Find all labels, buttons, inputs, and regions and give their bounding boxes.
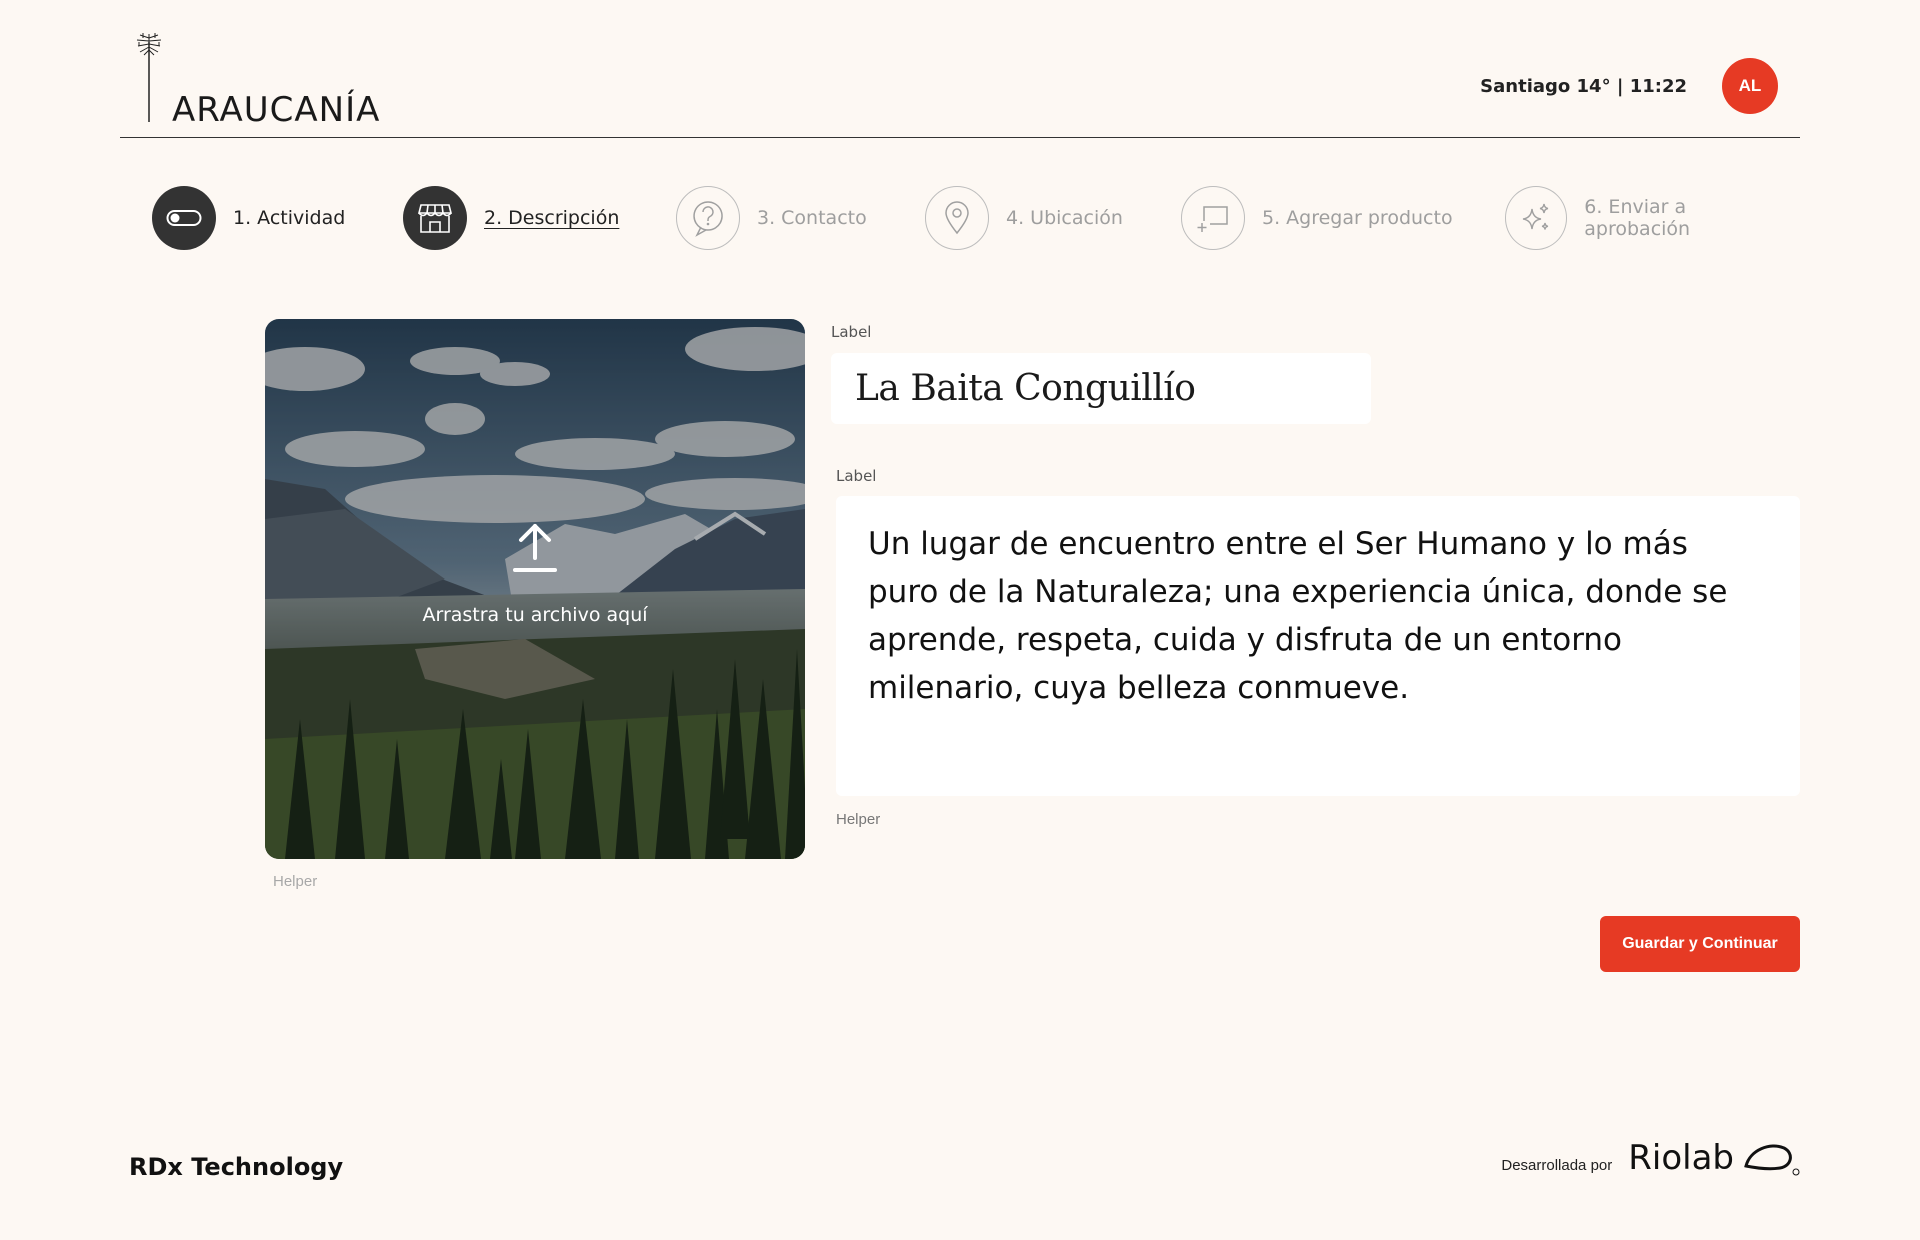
upload-icon [513, 524, 557, 572]
image-helper-text: Helper [273, 873, 318, 890]
description-text: Un lugar de encuentro entre el Ser Human… [868, 526, 1728, 706]
toggle-icon [166, 210, 202, 226]
step-contacto[interactable]: 3. Contacto [676, 186, 867, 250]
step-circle [1505, 186, 1568, 250]
location-pin-icon [945, 201, 969, 235]
question-icon [693, 201, 723, 237]
save-continue-button[interactable]: Guardar y Continuar [1600, 916, 1800, 972]
step-label: 6. Enviar a aprobación [1584, 196, 1691, 240]
araucania-logo[interactable]: ARAUCANÍA [134, 30, 379, 130]
avatar[interactable]: AL [1722, 58, 1778, 114]
title-field-label: Label [831, 323, 872, 341]
step-label: 3. Contacto [757, 207, 867, 229]
step-circle [1181, 186, 1245, 250]
header: ARAUCANÍA Santiago 14° | 11:22 AL [120, 0, 1800, 138]
dropzone-text: Arrastra tu archivo aquí [422, 604, 648, 626]
step-descripcion[interactable]: 2. Descripción [403, 186, 619, 250]
footer-company: RDx Technology [129, 1153, 344, 1181]
step-circle [152, 186, 216, 250]
riolab-brand[interactable]: Riolab [1628, 1138, 1734, 1178]
step-circle [925, 186, 989, 250]
add-product-icon [1197, 206, 1228, 232]
store-icon [417, 204, 453, 233]
step-label: 4. Ubicación [1006, 207, 1123, 229]
weather-time: Santiago 14° | 11:22 [1480, 75, 1687, 97]
riolab-logo-icon [1744, 1144, 1800, 1176]
logo-text: ARAUCANÍA [172, 90, 381, 130]
sparkles-icon [1523, 203, 1549, 230]
description-field-label: Label [836, 467, 877, 485]
step-agregar-producto[interactable]: 5. Agregar producto [1181, 186, 1453, 250]
developed-by-text: Desarrollada por [1501, 1156, 1613, 1174]
step-actividad[interactable]: 1. Actividad [152, 186, 345, 250]
step-circle [676, 186, 740, 250]
description-helper-text: Helper [836, 811, 881, 828]
step-label: 5. Agregar producto [1262, 207, 1453, 229]
image-dropzone[interactable]: Arrastra tu archivo aquí [265, 319, 805, 859]
title-input[interactable]: La Baita Conguillío [831, 353, 1371, 424]
header-right: Santiago 14° | 11:22 AL [1480, 58, 1778, 114]
dropzone-overlay: Arrastra tu archivo aquí [265, 319, 805, 859]
step-ubicacion[interactable]: 4. Ubicación [925, 186, 1123, 250]
step-circle [403, 186, 467, 250]
step-label: 2. Descripción [484, 207, 620, 229]
description-textarea[interactable]: Un lugar de encuentro entre el Ser Human… [836, 496, 1800, 796]
footer-credits: Desarrollada por Riolab [1501, 1138, 1800, 1178]
stepper: 1. Actividad 2. Descripción 3. Contacto … [152, 186, 1792, 250]
step-label: 1. Actividad [233, 207, 346, 229]
step-enviar-aprobacion[interactable]: 6. Enviar a aprobación [1505, 186, 1792, 250]
